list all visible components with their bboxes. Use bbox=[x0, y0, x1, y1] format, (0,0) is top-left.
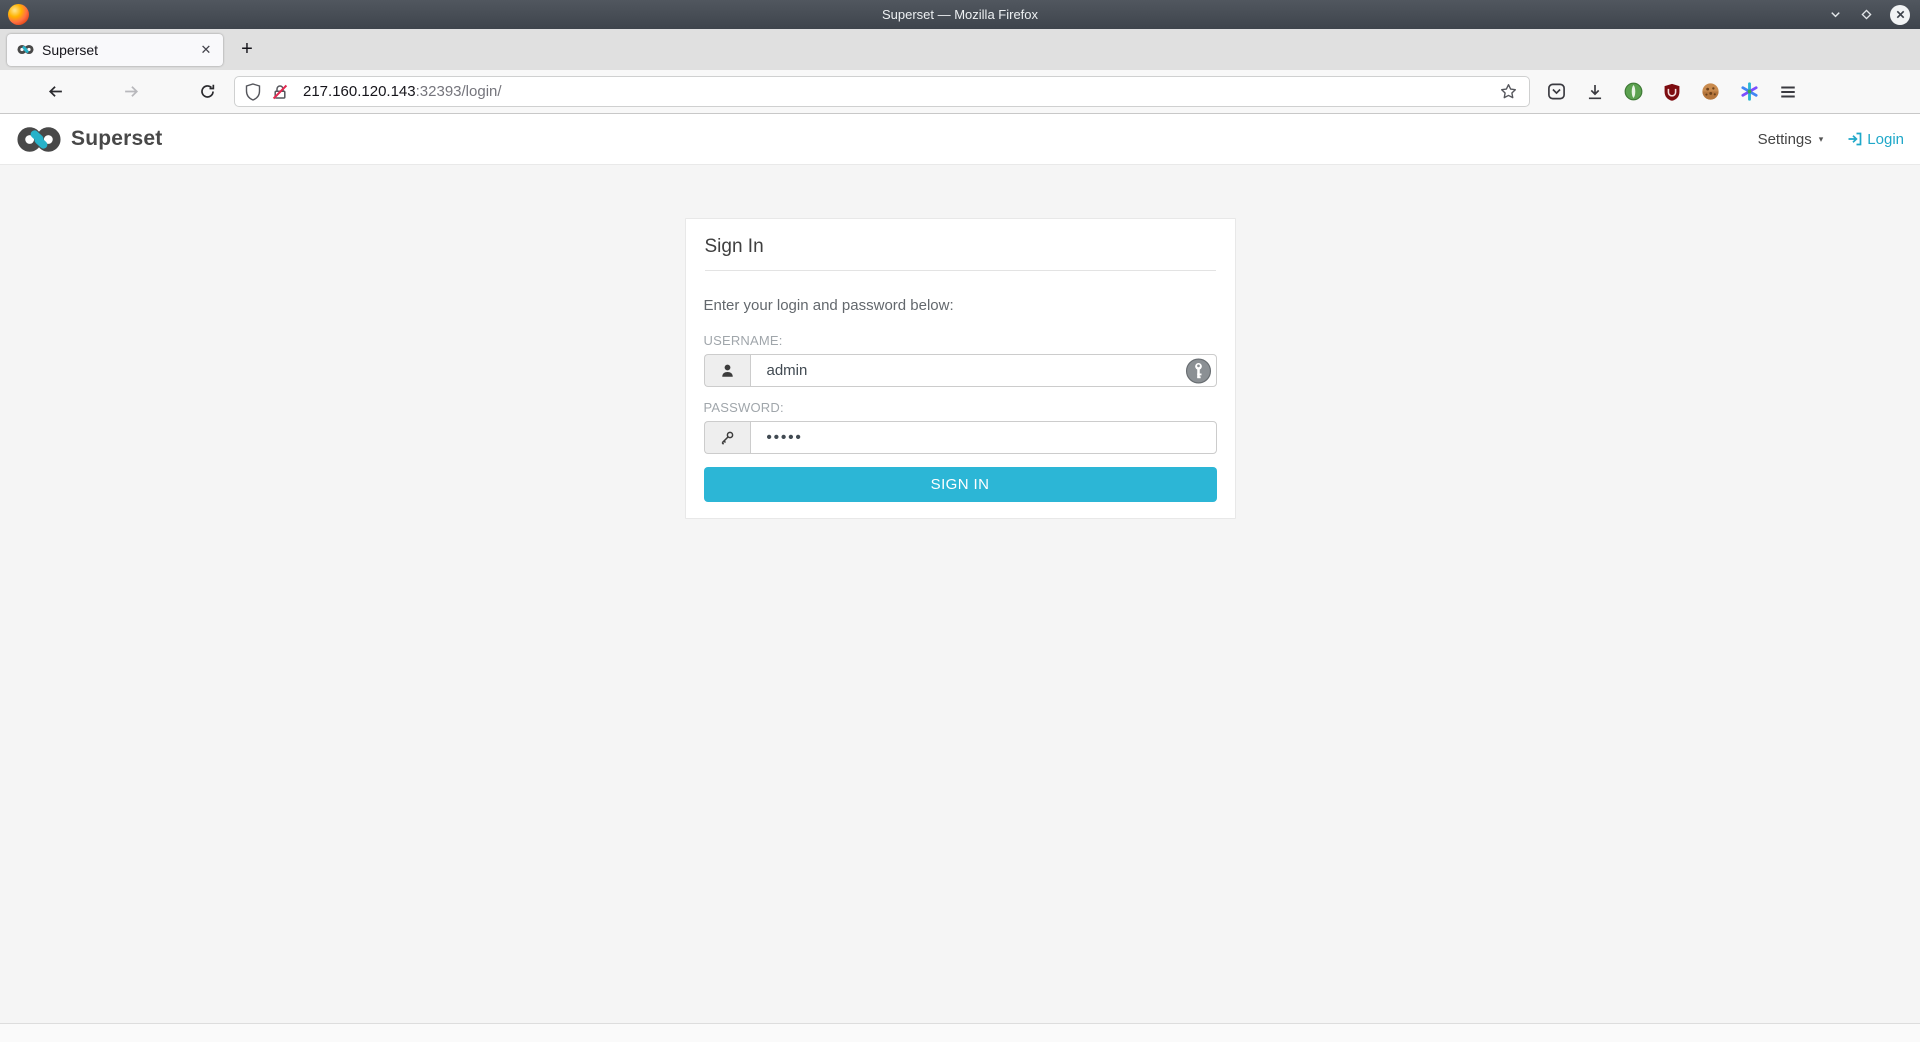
login-link[interactable]: Login bbox=[1847, 131, 1904, 148]
brand-name: Superset bbox=[71, 127, 162, 151]
browser-toolbar: 217.160.120.143:32393/login/ bbox=[0, 70, 1920, 114]
extension-green-icon[interactable] bbox=[1624, 82, 1643, 101]
reload-button[interactable] bbox=[190, 75, 224, 109]
superset-logo-icon bbox=[16, 126, 62, 153]
key-icon bbox=[704, 421, 750, 454]
new-tab-button[interactable]: + bbox=[231, 34, 263, 66]
window-maximize-icon[interactable] bbox=[1859, 7, 1874, 22]
menu-hamburger-icon[interactable] bbox=[1779, 83, 1797, 101]
back-button[interactable] bbox=[38, 75, 72, 109]
tab-superset[interactable]: Superset ✕ bbox=[7, 34, 223, 66]
pocket-icon[interactable] bbox=[1547, 82, 1566, 101]
login-form: Enter your login and password below: USE… bbox=[686, 271, 1235, 518]
tab-strip: Superset ✕ + bbox=[0, 29, 1920, 70]
login-instruction: Enter your login and password below: bbox=[704, 297, 1217, 314]
username-input[interactable] bbox=[750, 354, 1217, 387]
extension-asterisk-icon[interactable] bbox=[1740, 82, 1759, 101]
login-label: Login bbox=[1867, 131, 1904, 148]
tab-favicon bbox=[17, 44, 34, 55]
card-title: Sign In bbox=[705, 236, 1216, 258]
page-footer bbox=[0, 1023, 1920, 1042]
forward-button[interactable] bbox=[114, 75, 148, 109]
window-titlebar: Superset — Mozilla Firefox bbox=[0, 0, 1920, 29]
username-label: USERNAME: bbox=[704, 333, 1217, 348]
username-group bbox=[704, 354, 1217, 387]
settings-label: Settings bbox=[1758, 131, 1812, 148]
window-shade-icon[interactable] bbox=[1828, 7, 1843, 22]
url-host: 217.160.120.143 bbox=[303, 83, 416, 100]
user-icon bbox=[704, 354, 750, 387]
password-label: PASSWORD: bbox=[704, 400, 1217, 415]
tab-close-icon[interactable]: ✕ bbox=[195, 39, 217, 61]
tracking-protection-shield-icon[interactable] bbox=[245, 83, 261, 101]
window-controls bbox=[1828, 0, 1910, 29]
firefox-icon bbox=[8, 4, 29, 25]
superset-brand-link[interactable]: Superset bbox=[16, 126, 162, 153]
bookmark-star-icon[interactable] bbox=[1500, 83, 1517, 100]
insecure-lock-icon[interactable] bbox=[271, 83, 289, 101]
password-input[interactable] bbox=[750, 421, 1217, 454]
tab-label: Superset bbox=[42, 42, 187, 58]
url-bar[interactable]: 217.160.120.143:32393/login/ bbox=[234, 76, 1530, 107]
downloads-icon[interactable] bbox=[1586, 83, 1604, 101]
sign-in-button[interactable]: SIGN IN bbox=[704, 467, 1217, 502]
sign-in-card: Sign In Enter your login and password be… bbox=[685, 218, 1236, 519]
cookie-icon[interactable] bbox=[1701, 82, 1720, 101]
settings-menu[interactable]: Settings ▾ bbox=[1758, 131, 1824, 148]
ublock-origin-icon[interactable] bbox=[1663, 83, 1681, 101]
url-path: :32393/login/ bbox=[416, 83, 502, 100]
superset-navbar: Superset Settings ▾ Login bbox=[0, 114, 1920, 165]
password-manager-key-icon[interactable] bbox=[1185, 357, 1212, 384]
page-content: Sign In Enter your login and password be… bbox=[0, 165, 1920, 1042]
window-close-icon[interactable] bbox=[1890, 5, 1910, 25]
sign-in-icon bbox=[1847, 131, 1863, 147]
caret-down-icon: ▾ bbox=[1819, 134, 1824, 145]
url-text: 217.160.120.143:32393/login/ bbox=[303, 83, 502, 100]
window-title: Superset — Mozilla Firefox bbox=[882, 7, 1038, 22]
password-group bbox=[704, 421, 1217, 454]
